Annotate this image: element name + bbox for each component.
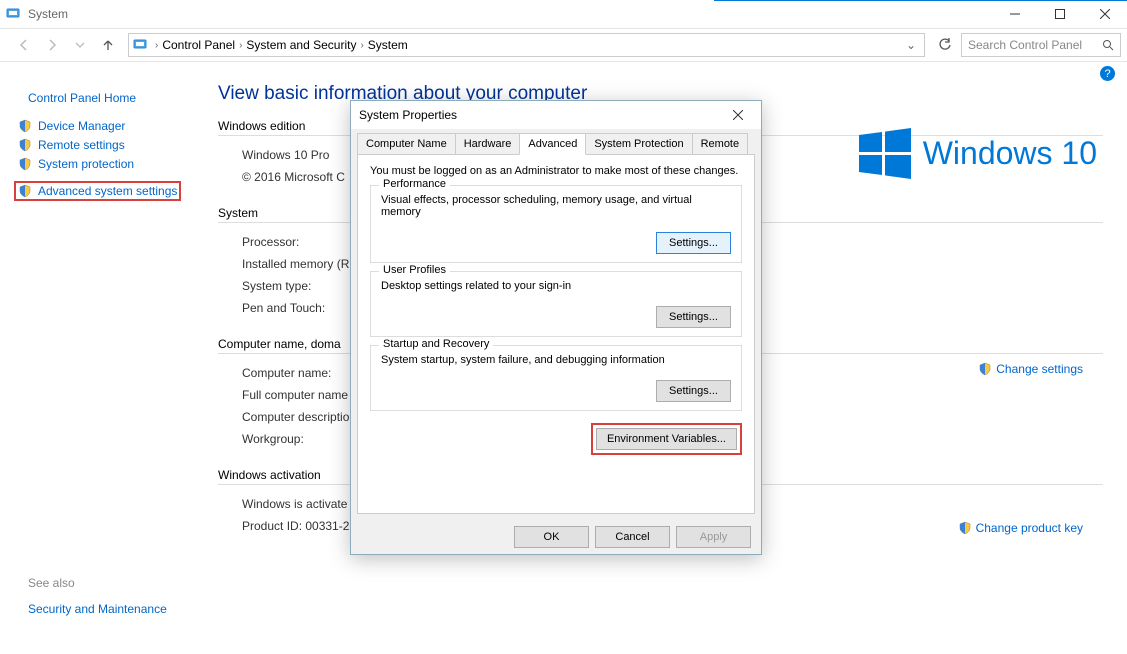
env-variables-highlight: Environment Variables... bbox=[591, 423, 742, 455]
breadcrumb-dropdown[interactable]: ⌄ bbox=[902, 38, 920, 52]
sidebar-item-label: Device Manager bbox=[38, 119, 125, 133]
environment-variables-button[interactable]: Environment Variables... bbox=[596, 428, 737, 450]
sidebar-item-label: Advanced system settings bbox=[38, 184, 177, 198]
group-title: User Profiles bbox=[379, 264, 450, 276]
tab-system-protection[interactable]: System Protection bbox=[585, 133, 692, 154]
group-user-profiles: User Profiles Desktop settings related t… bbox=[370, 271, 742, 337]
breadcrumb[interactable]: › Control Panel › System and Security › … bbox=[128, 33, 925, 57]
shield-icon bbox=[18, 184, 32, 198]
sidebar-item-advanced-system-settings[interactable]: Advanced system settings bbox=[14, 181, 181, 201]
sidebar-item-label: Remote settings bbox=[38, 138, 125, 152]
help-icon[interactable]: ? bbox=[1100, 66, 1115, 81]
search-input[interactable]: Search Control Panel bbox=[961, 33, 1121, 57]
chevron-right-icon: › bbox=[360, 40, 363, 51]
user-profiles-settings-button[interactable]: Settings... bbox=[656, 306, 731, 328]
tab-advanced[interactable]: Advanced bbox=[519, 133, 586, 155]
group-title: Performance bbox=[379, 178, 450, 190]
tab-computer-name[interactable]: Computer Name bbox=[357, 133, 456, 154]
chevron-right-icon: › bbox=[155, 40, 158, 51]
sidebar-item-system-protection[interactable]: System protection bbox=[18, 157, 212, 171]
close-button[interactable] bbox=[1082, 0, 1127, 28]
group-startup-recovery: Startup and Recovery System startup, sys… bbox=[370, 345, 742, 411]
apply-button[interactable]: Apply bbox=[676, 526, 751, 548]
monitor-icon bbox=[133, 37, 149, 53]
see-also-label: See also bbox=[28, 576, 212, 590]
shield-icon bbox=[18, 157, 32, 171]
breadcrumb-item[interactable]: Control Panel bbox=[162, 38, 235, 52]
shield-icon bbox=[958, 521, 972, 535]
performance-settings-button[interactable]: Settings... bbox=[656, 232, 731, 254]
dialog-close-button[interactable] bbox=[723, 103, 753, 127]
link-label: Change settings bbox=[996, 362, 1083, 376]
sidebar-item-remote-settings[interactable]: Remote settings bbox=[18, 138, 212, 152]
change-product-key-link[interactable]: Change product key bbox=[958, 521, 1083, 535]
startup-recovery-settings-button[interactable]: Settings... bbox=[656, 380, 731, 402]
up-button[interactable] bbox=[96, 33, 120, 57]
system-properties-dialog: System Properties Computer Name Hardware… bbox=[350, 100, 762, 555]
back-button[interactable] bbox=[12, 33, 36, 57]
system-icon bbox=[6, 6, 22, 22]
dialog-titlebar: System Properties bbox=[351, 101, 761, 129]
maximize-button[interactable] bbox=[1037, 0, 1082, 28]
search-placeholder: Search Control Panel bbox=[968, 38, 1082, 52]
link-label: Change product key bbox=[976, 521, 1083, 535]
group-description: Desktop settings related to your sign-in bbox=[381, 280, 731, 292]
minimize-button[interactable] bbox=[992, 0, 1037, 28]
dialog-tabs: Computer Name Hardware Advanced System P… bbox=[357, 129, 755, 155]
windows-logo: Windows 10 bbox=[859, 127, 1097, 179]
window-titlebar: System bbox=[0, 0, 1127, 28]
shield-icon bbox=[978, 362, 992, 376]
section-title: System bbox=[218, 206, 258, 220]
forward-button[interactable] bbox=[40, 33, 64, 57]
ok-button[interactable]: OK bbox=[514, 526, 589, 548]
sidebar-item-label: System protection bbox=[38, 157, 134, 171]
change-settings-link[interactable]: Change settings bbox=[978, 362, 1083, 376]
sidebar: Control Panel Home Device Manager Remote… bbox=[0, 81, 212, 654]
tab-remote[interactable]: Remote bbox=[692, 133, 749, 154]
search-icon bbox=[1102, 39, 1114, 51]
breadcrumb-item[interactable]: System and Security bbox=[246, 38, 356, 52]
section-title: Windows activation bbox=[218, 468, 321, 482]
windows-brand-text: Windows 10 bbox=[923, 135, 1097, 172]
shield-icon bbox=[18, 138, 32, 152]
top-accent bbox=[714, 0, 1127, 1]
navigation-bar: › Control Panel › System and Security › … bbox=[0, 28, 1127, 62]
cancel-button[interactable]: Cancel bbox=[595, 526, 670, 548]
help-row: ? bbox=[0, 62, 1127, 81]
dialog-tab-body: You must be logged on as an Administrato… bbox=[357, 155, 755, 514]
tab-hardware[interactable]: Hardware bbox=[455, 133, 521, 154]
group-performance: Performance Visual effects, processor sc… bbox=[370, 185, 742, 263]
group-description: System startup, system failure, and debu… bbox=[381, 354, 731, 366]
breadcrumb-item[interactable]: System bbox=[368, 38, 408, 52]
recent-dropdown[interactable] bbox=[68, 33, 92, 57]
dialog-title: System Properties bbox=[359, 108, 723, 122]
refresh-button[interactable] bbox=[933, 33, 957, 57]
admin-note: You must be logged on as an Administrato… bbox=[370, 165, 742, 177]
windows-logo-icon bbox=[859, 127, 911, 179]
section-title: Computer name, doma bbox=[218, 337, 341, 351]
sidebar-item-device-manager[interactable]: Device Manager bbox=[18, 119, 212, 133]
shield-icon bbox=[18, 119, 32, 133]
group-title: Startup and Recovery bbox=[379, 338, 493, 350]
control-panel-home-link[interactable]: Control Panel Home bbox=[28, 91, 212, 105]
dialog-button-row: OK Cancel Apply bbox=[351, 520, 761, 554]
chevron-right-icon: › bbox=[239, 40, 242, 51]
security-maintenance-link[interactable]: Security and Maintenance bbox=[28, 602, 212, 616]
window-title: System bbox=[28, 7, 992, 21]
group-description: Visual effects, processor scheduling, me… bbox=[381, 194, 731, 218]
section-title: Windows edition bbox=[218, 119, 305, 133]
